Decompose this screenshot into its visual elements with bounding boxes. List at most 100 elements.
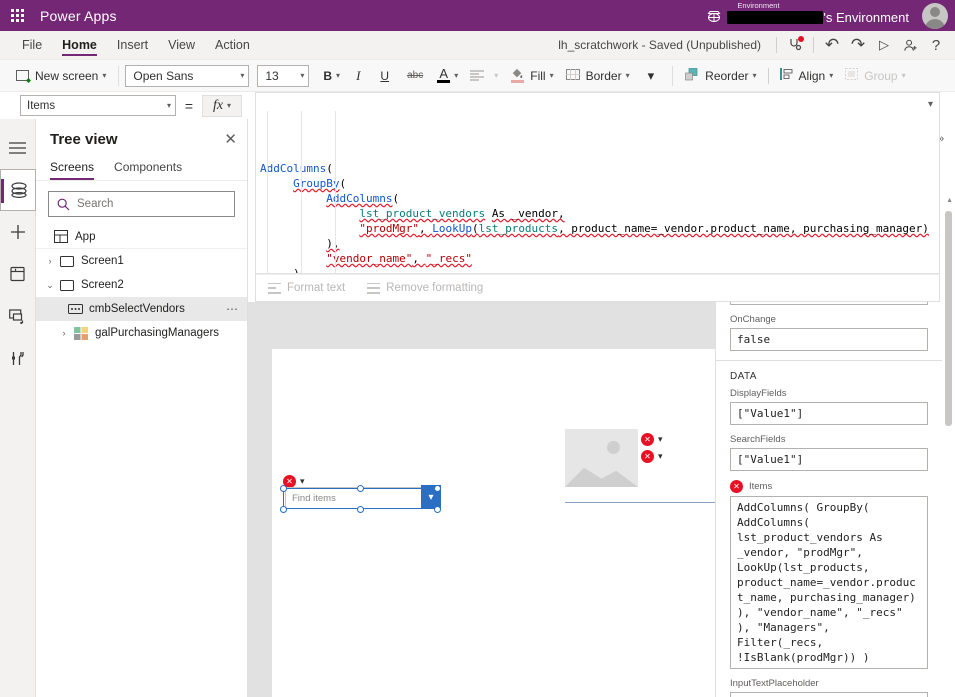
menu-item-home[interactable]: Home bbox=[52, 31, 107, 59]
insert-icon[interactable] bbox=[0, 211, 36, 253]
menu-item-insert[interactable]: Insert bbox=[107, 31, 158, 59]
items-property-value[interactable]: AddColumns( GroupBy( AddColumns( lst_pro… bbox=[730, 496, 928, 669]
tree-node-app[interactable]: App bbox=[36, 225, 247, 249]
image-placeholder[interactable] bbox=[565, 429, 638, 487]
properties-scrollbar-thumb[interactable] bbox=[945, 211, 952, 426]
undo-button[interactable]: ↶ bbox=[819, 32, 845, 58]
environment-selector[interactable]: Environment 's Environment bbox=[705, 0, 917, 31]
chevron-down-icon: ▾ bbox=[625, 71, 630, 80]
onchange-property-field: OnChange false bbox=[716, 314, 942, 351]
chevron-down-icon: ▾ bbox=[336, 71, 341, 80]
menu-item-action[interactable]: Action bbox=[205, 31, 260, 59]
resize-handle-bl[interactable] bbox=[280, 506, 287, 513]
tree-node-label: Screen1 bbox=[81, 255, 124, 267]
fx-button[interactable]: fx ▾ bbox=[202, 94, 242, 117]
onchange-property-label: OnChange bbox=[730, 314, 776, 325]
redacted-environment-name bbox=[727, 11, 824, 24]
chevron-down-icon: ▾ bbox=[752, 71, 757, 80]
chevron-right-icon[interactable]: › bbox=[42, 256, 58, 266]
help-button[interactable]: ? bbox=[923, 32, 949, 58]
font-size-select[interactable]: 13 ▾ bbox=[257, 64, 310, 87]
tree-view-title: Tree view bbox=[50, 131, 118, 148]
chevron-down-icon[interactable]: ▾ bbox=[658, 434, 663, 445]
formula-code[interactable]: AddColumns( GroupBy( AddColumns( lst_pro… bbox=[256, 93, 939, 273]
app-save-state: lh_scratchwork - Saved (Unpublished) bbox=[558, 38, 761, 52]
chevron-right-icon[interactable]: › bbox=[56, 328, 72, 338]
underline-button[interactable]: U bbox=[370, 64, 399, 88]
resize-handle-tr[interactable] bbox=[434, 485, 441, 492]
italic-button[interactable]: I bbox=[346, 64, 370, 88]
media-icon[interactable] bbox=[0, 295, 36, 337]
screen-icon bbox=[58, 255, 76, 267]
format-text-button[interactable]: Format text bbox=[268, 282, 345, 294]
app-checker-error-dot bbox=[798, 36, 804, 42]
combobox-control-wrapper[interactable]: Find items ▾ bbox=[280, 485, 441, 513]
items-property-label-row: ✕ Items bbox=[730, 480, 928, 493]
close-icon[interactable]: ✕ bbox=[224, 132, 237, 147]
strikethrough-label: abc bbox=[407, 70, 424, 81]
tree-node-cmbselectvendors[interactable]: cmbSelectVendors ⋯ bbox=[36, 297, 247, 321]
canvas-divider bbox=[565, 502, 715, 503]
user-avatar[interactable] bbox=[922, 2, 948, 29]
advanced-tools-icon[interactable] bbox=[0, 337, 36, 379]
displayfields-property-value[interactable]: ["Value1"] bbox=[730, 402, 928, 425]
new-screen-button[interactable]: New screen ▾ bbox=[10, 64, 112, 88]
bold-button[interactable]: B ▾ bbox=[317, 64, 346, 88]
hamburger-menu-icon[interactable] bbox=[0, 127, 36, 169]
chevron-down-icon: ▾ bbox=[102, 71, 107, 80]
app-icon bbox=[52, 230, 70, 243]
fill-button[interactable]: Fill ▾ bbox=[504, 64, 559, 88]
app-checker-button[interactable] bbox=[782, 32, 808, 58]
menu-item-file[interactable]: File bbox=[12, 31, 52, 59]
more-options-button[interactable]: ▾ bbox=[636, 64, 667, 88]
strikethrough-button[interactable]: abc bbox=[399, 64, 431, 88]
search-placeholder: Search bbox=[77, 198, 114, 210]
font-family-select[interactable]: Open Sans ▾ bbox=[125, 64, 250, 87]
error-badge-icon[interactable]: ✕ bbox=[730, 480, 743, 493]
inputtextplaceholder-property-label: InputTextPlaceholder bbox=[730, 678, 819, 689]
searchfields-property-value[interactable]: ["Value1"] bbox=[730, 448, 928, 471]
border-icon bbox=[565, 68, 580, 83]
remove-formatting-button[interactable]: Remove formatting bbox=[367, 282, 483, 294]
tab-components[interactable]: Components bbox=[114, 156, 188, 180]
tree-node-galpurchasingmanagers[interactable]: › galPurchasingManagers bbox=[36, 321, 247, 345]
displayfields-property-label: DisplayFields bbox=[730, 388, 787, 399]
resize-handle-br[interactable] bbox=[434, 506, 441, 513]
preview-button[interactable]: ▷ bbox=[871, 32, 897, 58]
chevron-down-icon: ▾ bbox=[240, 71, 245, 80]
align-button[interactable]: ▾ bbox=[464, 64, 504, 88]
app-launcher-icon[interactable] bbox=[0, 9, 34, 22]
resize-handle-bc[interactable] bbox=[357, 506, 364, 513]
tree-view-icon[interactable] bbox=[0, 169, 36, 211]
align-menu-button[interactable]: Align ▾ bbox=[774, 64, 840, 88]
group-icon bbox=[845, 68, 859, 83]
chevron-down-icon: ▾ bbox=[454, 71, 459, 80]
property-select[interactable]: Items ▾ bbox=[20, 95, 176, 116]
resize-handle-tc[interactable] bbox=[357, 485, 364, 492]
error-badge-icon[interactable]: ✕ bbox=[641, 450, 654, 463]
onchange-property-value[interactable]: false bbox=[730, 328, 928, 351]
inputtextplaceholder-property-value[interactable]: "Find items" bbox=[730, 692, 928, 697]
font-color-button[interactable]: A ▾ bbox=[431, 64, 464, 88]
share-button[interactable] bbox=[897, 32, 923, 58]
redo-button[interactable]: ↷ bbox=[845, 32, 871, 58]
menu-item-view[interactable]: View bbox=[158, 31, 205, 59]
chevron-down-icon[interactable]: ⌄ bbox=[42, 280, 58, 291]
error-badge-icon[interactable]: ✕ bbox=[641, 433, 654, 446]
resize-handle-tl[interactable] bbox=[280, 485, 287, 492]
tree-node-screen1[interactable]: › Screen1 bbox=[36, 249, 247, 273]
reorder-button[interactable]: Reorder ▾ bbox=[679, 64, 762, 88]
tree-node-screen2[interactable]: ⌄ Screen2 bbox=[36, 273, 247, 297]
tab-screens[interactable]: Screens bbox=[50, 156, 100, 180]
search-input[interactable]: Search bbox=[48, 191, 235, 217]
tree-node-label: Screen2 bbox=[81, 279, 124, 291]
screen-canvas[interactable]: ✕ ▾ ✕ ▾ ✕ ▾ Find items ▾ bbox=[272, 349, 715, 697]
tree-node-label: cmbSelectVendors bbox=[89, 303, 185, 315]
formula-editor[interactable]: ▾ AddColumns( GroupBy( AddColumns( lst_p… bbox=[255, 92, 940, 274]
tree-node-more-button[interactable]: ⋯ bbox=[226, 302, 239, 316]
chevron-down-icon[interactable]: ▾ bbox=[658, 451, 663, 462]
border-button[interactable]: Border ▾ bbox=[560, 64, 636, 88]
data-icon[interactable] bbox=[0, 253, 36, 295]
tree-view-tabs: Screens Components bbox=[36, 152, 247, 181]
group-button[interactable]: Group ▾ bbox=[839, 64, 911, 88]
